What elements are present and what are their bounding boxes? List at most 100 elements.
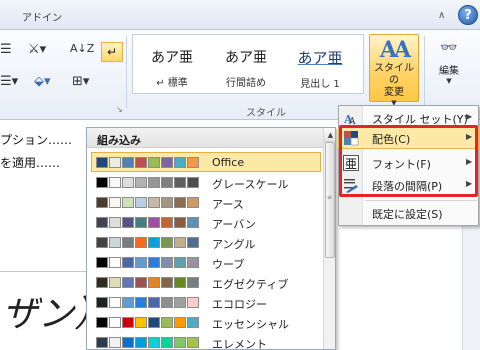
color-swatch bbox=[187, 257, 199, 268]
color-swatch bbox=[148, 277, 160, 288]
submenu-arrow-icon: ▶ bbox=[466, 112, 473, 121]
color-swatch bbox=[109, 257, 121, 268]
color-swatch bbox=[187, 217, 199, 228]
ribbon-tab-strip: アドイン ∧ ? bbox=[0, 0, 480, 30]
color-swatch bbox=[161, 317, 173, 328]
color-swatch bbox=[96, 317, 108, 328]
line-spacing-icon[interactable]: ☰▾ bbox=[0, 74, 18, 89]
style-sample: あア亜 bbox=[297, 49, 343, 67]
theme-option[interactable]: エコロジー bbox=[91, 292, 321, 312]
document-text-line: プション…… bbox=[0, 133, 73, 147]
theme-name: アース bbox=[212, 198, 244, 211]
change-styles-button[interactable]: AA スタイルの 変更 ▼ bbox=[369, 34, 419, 107]
list-indent-icon[interactable]: ☰ bbox=[0, 42, 12, 57]
menu-item-paragraph-spacing[interactable]: 段落の間隔(P) ▶ bbox=[339, 175, 478, 195]
color-swatch bbox=[148, 237, 160, 248]
color-swatch bbox=[187, 197, 199, 208]
theme-option[interactable]: ウーブ bbox=[91, 252, 321, 272]
color-swatch bbox=[174, 217, 186, 228]
style-heading-1[interactable]: あア亜 見出し 1 bbox=[283, 37, 357, 91]
theme-option[interactable]: エグゼクティブ bbox=[91, 272, 321, 292]
menu-item-label: 既定に設定(S) bbox=[372, 208, 443, 221]
color-swatch bbox=[174, 317, 186, 328]
color-swatch bbox=[174, 157, 186, 168]
gallery-scrollbar[interactable]: ▲ ≡ bbox=[323, 128, 335, 349]
svg-text:A: A bbox=[348, 117, 356, 126]
color-swatch bbox=[96, 297, 108, 308]
theme-option[interactable]: エッセンシャル bbox=[91, 312, 321, 332]
color-swatch bbox=[161, 177, 173, 188]
minimize-ribbon-icon[interactable]: ∧ bbox=[438, 10, 445, 21]
color-swatch bbox=[174, 337, 186, 348]
color-swatch bbox=[161, 297, 173, 308]
style-normal[interactable]: あア亜 ↵ 標準 bbox=[135, 37, 209, 91]
color-swatch bbox=[122, 257, 134, 268]
borders-icon[interactable]: ⊞▾ bbox=[72, 74, 89, 89]
color-swatch bbox=[122, 157, 134, 168]
color-swatch bbox=[187, 157, 199, 168]
style-sample: あア亜 bbox=[151, 50, 193, 66]
color-swatch bbox=[135, 237, 147, 248]
menu-item-label: 配色(C) bbox=[372, 133, 411, 146]
color-swatch bbox=[148, 317, 160, 328]
theme-option[interactable]: アース bbox=[91, 192, 321, 212]
menu-item-set-as-default[interactable]: 既定に設定(S) bbox=[339, 203, 478, 223]
menu-item-label: フォント(F) bbox=[372, 158, 431, 171]
sort-icon[interactable]: A↓Z bbox=[70, 42, 94, 55]
style-name: ↵ 標準 bbox=[135, 74, 209, 89]
theme-name: エグゼクティブ bbox=[212, 278, 289, 291]
menu-item-font[interactable]: 亜 フォント(F) ▶ bbox=[339, 153, 478, 173]
menu-item-label: スタイル セット(Y) bbox=[372, 113, 468, 126]
style-name: 行間詰め bbox=[226, 78, 266, 89]
theme-name: ウーブ bbox=[212, 258, 245, 271]
edit-button[interactable]: 👓 編集 ▼ bbox=[430, 36, 468, 100]
help-icon[interactable]: ? bbox=[458, 5, 478, 25]
style-group-label: スタイル bbox=[246, 108, 286, 119]
color-swatch bbox=[174, 257, 186, 268]
theme-name: グレースケール bbox=[212, 178, 289, 191]
menu-item-style-set[interactable]: AA スタイル セット(Y) ▶ bbox=[339, 108, 478, 128]
paragraph-dialog-launcher-icon[interactable]: ↘ bbox=[116, 105, 123, 114]
color-swatch bbox=[135, 277, 147, 288]
change-styles-label-1: スタイルの bbox=[374, 63, 414, 86]
multilevel-list-icon[interactable]: ⚔▾ bbox=[28, 42, 46, 57]
color-swatch bbox=[135, 297, 147, 308]
theme-option[interactable]: Office bbox=[91, 152, 321, 172]
theme-option[interactable]: アーバン bbox=[91, 212, 321, 232]
style-no-spacing[interactable]: あア亜 行間詰め bbox=[209, 37, 283, 91]
submenu-arrow-icon: ▶ bbox=[466, 157, 473, 166]
color-swatch bbox=[187, 237, 199, 248]
color-swatch bbox=[187, 337, 199, 348]
color-swatch bbox=[96, 177, 108, 188]
color-swatch bbox=[148, 177, 160, 188]
color-swatch bbox=[187, 277, 199, 288]
shading-icon[interactable]: ⬙▾ bbox=[34, 74, 51, 89]
scroll-up-icon[interactable]: ▲ bbox=[324, 128, 335, 142]
theme-name: エレメント bbox=[212, 338, 267, 350]
color-swatch bbox=[135, 157, 147, 168]
color-swatch bbox=[148, 217, 160, 228]
theme-option[interactable]: アングル bbox=[91, 232, 321, 252]
group-divider bbox=[126, 36, 127, 108]
color-swatch bbox=[96, 237, 108, 248]
theme-option[interactable]: グレースケール bbox=[91, 172, 321, 192]
quick-style-gallery: あア亜 ↵ 標準 あア亜 行間詰め あア亜 見出し 1 ▲ ▼ bbox=[132, 34, 364, 94]
show-formatting-marks-button[interactable]: ↵ bbox=[101, 42, 123, 62]
color-swatch bbox=[96, 257, 108, 268]
style-name: 見出し 1 bbox=[300, 79, 340, 90]
theme-name: Office bbox=[212, 156, 245, 169]
color-scheme-icon bbox=[343, 130, 359, 146]
change-styles-icon: AA bbox=[379, 37, 411, 63]
color-swatch bbox=[174, 297, 186, 308]
color-swatch bbox=[122, 217, 134, 228]
theme-option[interactable]: エレメント bbox=[91, 332, 321, 350]
theme-name: エコロジー bbox=[212, 298, 267, 311]
color-swatch bbox=[148, 257, 160, 268]
menu-item-color-scheme[interactable]: 配色(C) ▶ bbox=[338, 127, 479, 149]
tab-addins[interactable]: アドイン bbox=[22, 9, 62, 24]
color-swatch bbox=[109, 237, 121, 248]
color-swatch bbox=[96, 217, 108, 228]
style-name-text: 標準 bbox=[167, 78, 188, 89]
color-swatch bbox=[187, 297, 199, 308]
color-swatch bbox=[135, 197, 147, 208]
